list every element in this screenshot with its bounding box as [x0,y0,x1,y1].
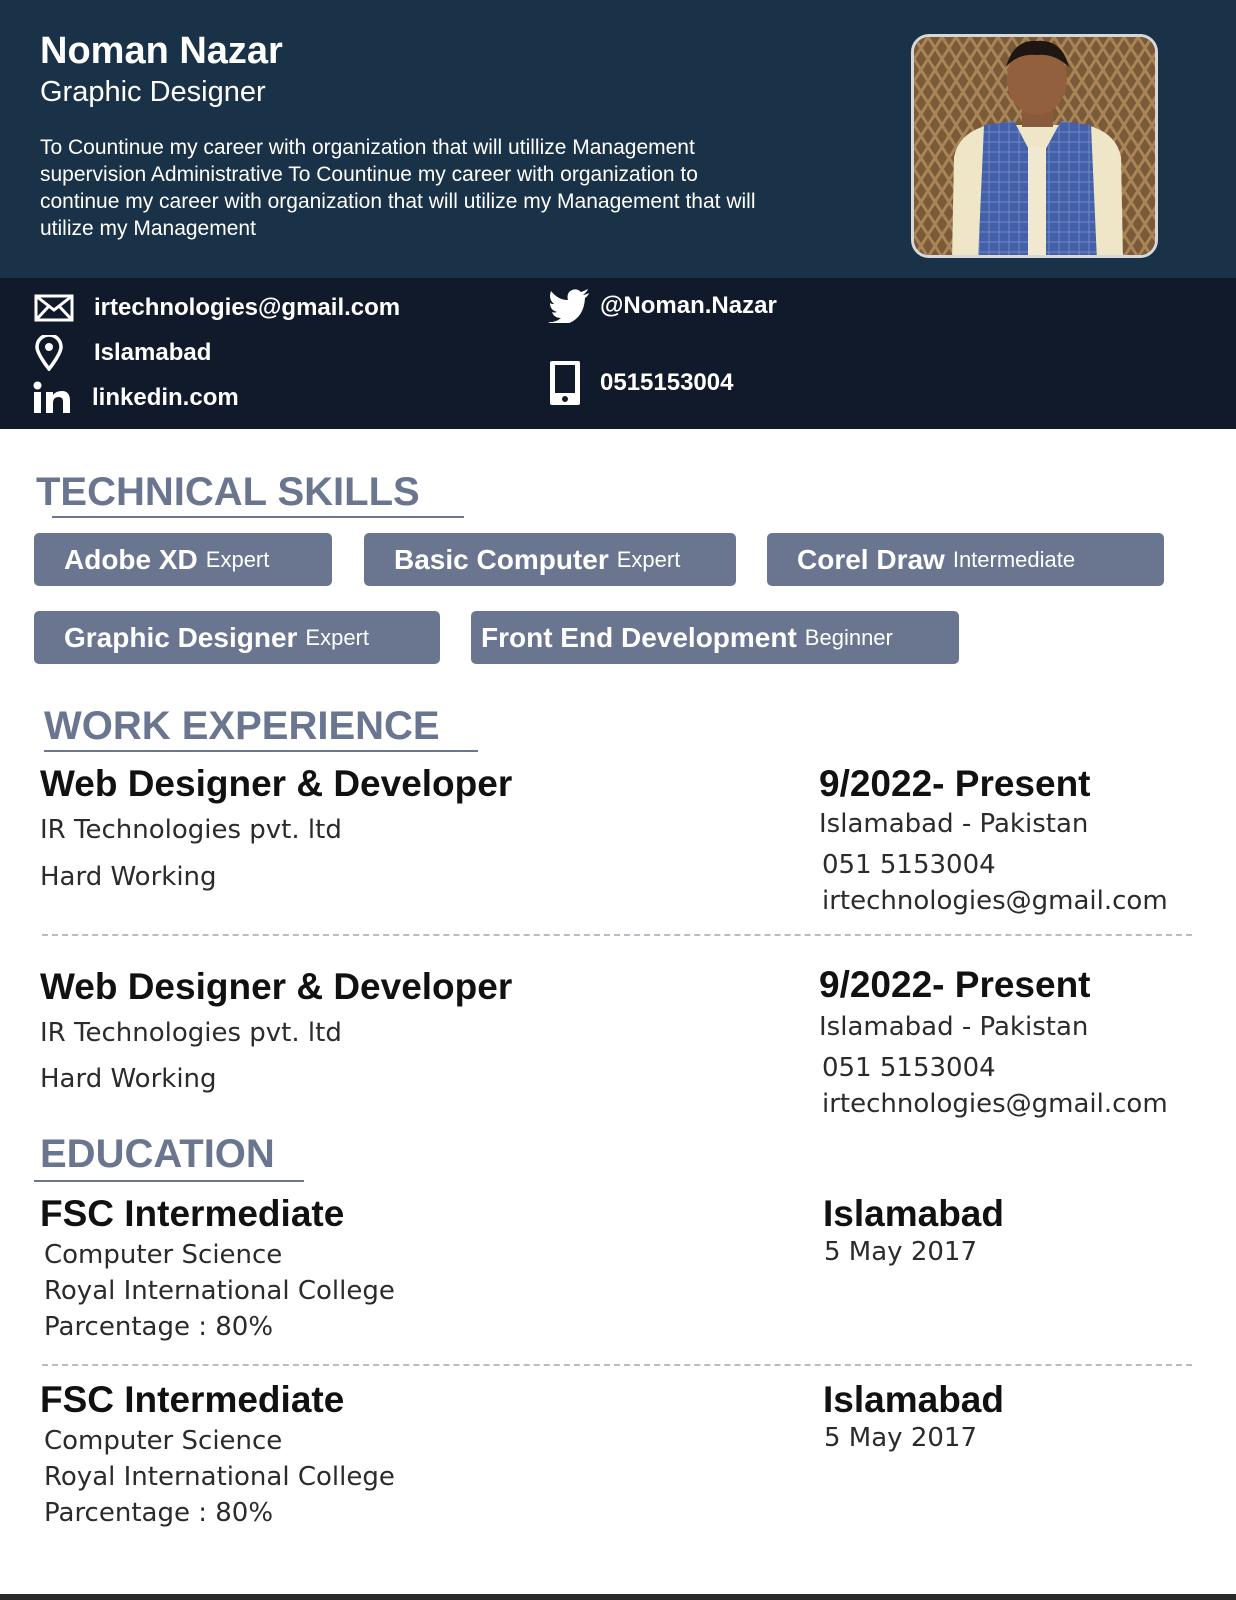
person-name: Noman Nazar [40,30,283,72]
linkedin-icon [32,378,74,418]
location-text: Islamabad [94,339,212,366]
job-note: Hard Working [40,1064,217,1094]
edu-score: Parcentage : 80% [44,1312,274,1342]
job-role: Graphic Designer [40,76,266,108]
twitter-icon [548,286,590,326]
skill-name: Graphic Designer [64,621,298,653]
experience-title-underline [44,750,478,752]
job-company: IR Technologies pvt. ltd [40,1018,342,1048]
location-pin-icon [34,333,76,373]
skill-name: Front End Development [481,621,797,653]
experience-title: WORK EXPERIENCE [44,704,440,748]
skill-chip: Front End Development Beginner [471,611,959,664]
edu-field: Computer Science [44,1426,283,1456]
dashed-divider [42,1364,1192,1366]
education-title-underline [34,1180,304,1182]
edu-degree: FSC Intermediate [40,1193,345,1234]
contact-location: Islamabad [34,333,211,373]
skill-level: Expert [205,546,270,572]
job-company: IR Technologies pvt. ltd [40,815,342,845]
contact-linkedin[interactable]: linkedin.com [32,378,239,418]
contact-twitter[interactable]: @Noman.Nazar [548,286,777,326]
education-title: EDUCATION [40,1132,275,1176]
job-period: 9/2022- Present [819,964,1091,1005]
twitter-text: @Noman.Nazar [600,292,777,319]
edu-city: Islamabad [823,1193,1004,1234]
linkedin-text: linkedin.com [92,384,239,411]
skill-name: Adobe XD [64,543,198,575]
edu-school: Royal International College [44,1462,395,1492]
phone-text: 0515153004 [600,369,734,396]
job-period: 9/2022- Present [819,763,1091,804]
career-summary: To Countinue my career with organization… [40,136,756,240]
job-phone: 051 5153004 [822,850,996,880]
dashed-divider [42,934,1192,936]
skill-chip: Corel Draw Intermediate [767,533,1164,586]
edu-date: 5 May 2017 [824,1423,977,1453]
edu-field: Computer Science [44,1240,283,1270]
job-phone: 051 5153004 [822,1053,996,1083]
skill-chip: Basic Computer Expert [364,533,736,586]
job-position: Web Designer & Developer [40,763,513,804]
skill-level: Beginner [804,624,893,650]
job-email: irtechnologies@gmail.com [822,886,1168,916]
job-note: Hard Working [40,862,217,892]
job-location: Islamabad - Pakistan [819,1012,1089,1042]
bottom-border [0,1594,1236,1600]
edu-date: 5 May 2017 [824,1237,977,1267]
profile-photo [911,34,1158,258]
skill-level: Intermediate [952,546,1076,572]
job-email: irtechnologies@gmail.com [822,1089,1168,1119]
contact-phone[interactable]: 0515153004 [548,361,734,405]
skills-title-underline [52,516,464,518]
resume-header: Noman Nazar Graphic Designer To Countinu… [0,0,1236,278]
skill-chip: Adobe XD Expert [34,533,332,586]
edu-score: Parcentage : 80% [44,1498,274,1528]
contact-bar: irtechnologies@gmail.com Islamabad linke… [0,278,1236,429]
contact-email[interactable]: irtechnologies@gmail.com [34,288,400,328]
skills-title: TECHNICAL SKILLS [36,470,420,514]
skill-chip: Graphic Designer Expert [34,611,440,664]
job-position: Web Designer & Developer [40,966,513,1007]
email-text: irtechnologies@gmail.com [94,294,401,321]
skill-level: Expert [616,546,681,572]
skill-name: Basic Computer [394,543,609,575]
edu-degree: FSC Intermediate [40,1379,345,1420]
mail-icon [34,288,76,328]
edu-school: Royal International College [44,1276,395,1306]
edu-city: Islamabad [823,1379,1004,1420]
job-location: Islamabad - Pakistan [819,809,1089,839]
skill-level: Expert [305,624,369,650]
phone-icon [548,361,590,405]
skill-name: Corel Draw [797,543,945,575]
